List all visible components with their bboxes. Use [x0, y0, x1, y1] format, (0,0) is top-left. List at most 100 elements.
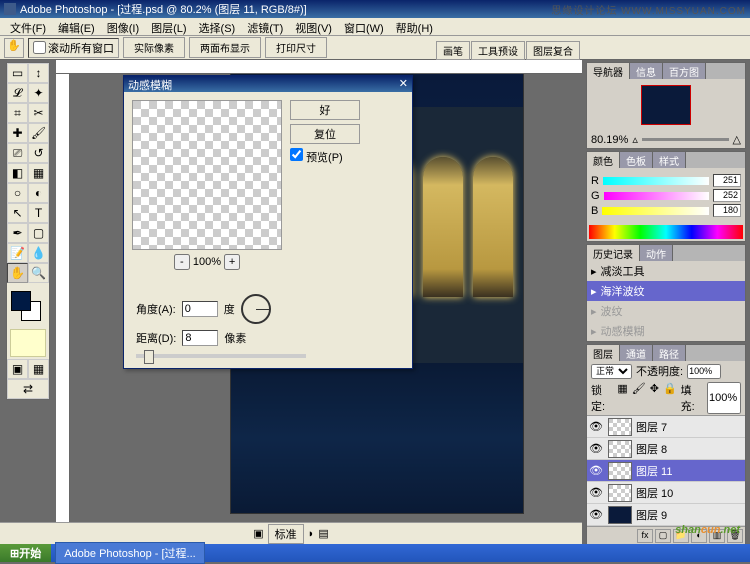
- dialog-preview[interactable]: [132, 100, 282, 250]
- menu-window[interactable]: 窗口(W): [338, 18, 390, 35]
- menu-edit[interactable]: 编辑(E): [52, 18, 101, 35]
- marquee-tool[interactable]: ▭: [7, 63, 28, 83]
- tab-paths[interactable]: 路径: [653, 345, 686, 361]
- tab-styles[interactable]: 样式: [653, 152, 686, 168]
- notes-tool[interactable]: 📝: [7, 243, 28, 263]
- nav-zoom-out-icon[interactable]: ▵: [632, 133, 638, 146]
- brush-tool[interactable]: 🖌: [28, 123, 49, 143]
- r-value[interactable]: 251: [713, 174, 741, 187]
- tab-info[interactable]: 信息: [630, 63, 663, 79]
- color-swatches[interactable]: [7, 287, 49, 327]
- taskbar-app[interactable]: Adobe Photoshop - [过程...: [55, 542, 204, 564]
- layer-thumb[interactable]: [608, 440, 632, 458]
- history-brush-tool[interactable]: ↺: [28, 143, 49, 163]
- hand-tool-icon[interactable]: ✋: [4, 38, 24, 58]
- g-value[interactable]: 252: [713, 189, 741, 202]
- tab-actions[interactable]: 动作: [640, 245, 673, 261]
- move-tool[interactable]: ↕: [28, 63, 49, 83]
- r-slider[interactable]: [603, 177, 709, 185]
- preview-checkbox[interactable]: 预览(P): [290, 148, 360, 165]
- jump-to-ir[interactable]: ⇄: [7, 379, 49, 399]
- lock-paint-icon[interactable]: 🖌: [632, 382, 646, 414]
- reset-button[interactable]: 复位: [290, 124, 360, 144]
- menu-file[interactable]: 文件(F): [4, 18, 52, 35]
- start-button[interactable]: ⊞ 开始: [0, 544, 51, 562]
- menu-help[interactable]: 帮助(H): [390, 18, 439, 35]
- pen-tool[interactable]: ✒: [7, 223, 28, 243]
- menu-layer[interactable]: 图层(L): [145, 18, 192, 35]
- path-tool[interactable]: ↖: [7, 203, 28, 223]
- close-icon[interactable]: ✕: [399, 77, 408, 91]
- angle-widget[interactable]: [241, 294, 271, 324]
- b-value[interactable]: 180: [713, 204, 741, 217]
- history-item[interactable]: ▸动感模糊: [587, 321, 745, 341]
- tab-swatches[interactable]: 色板: [620, 152, 653, 168]
- zoom-tool[interactable]: 🔍: [28, 263, 49, 283]
- eye-icon[interactable]: 👁: [588, 486, 604, 499]
- layer-thumb[interactable]: [608, 506, 632, 524]
- tab-history[interactable]: 历史记录: [587, 245, 640, 261]
- tab-color[interactable]: 颜色: [587, 152, 620, 168]
- tool-presets-tab[interactable]: 工具预设: [471, 41, 525, 60]
- zoom-in-button[interactable]: +: [224, 254, 240, 270]
- distance-slider[interactable]: [136, 354, 306, 358]
- status-moon-icon[interactable]: ◗: [308, 528, 315, 540]
- dodge-tool[interactable]: ◐: [28, 183, 49, 203]
- tab-navigator[interactable]: 导航器: [587, 63, 630, 79]
- layer-thumb[interactable]: [608, 484, 632, 502]
- b-slider[interactable]: [602, 207, 709, 215]
- distance-input[interactable]: [182, 330, 218, 346]
- g-slider[interactable]: [604, 192, 709, 200]
- layer-fx-icon[interactable]: fx: [637, 529, 653, 543]
- eye-icon[interactable]: 👁: [588, 508, 604, 521]
- layer-thumb[interactable]: [608, 462, 632, 480]
- tab-histogram[interactable]: 百方图: [663, 63, 706, 79]
- hand-tool[interactable]: ✋: [7, 263, 28, 283]
- menu-select[interactable]: 选择(S): [193, 18, 242, 35]
- wand-tool[interactable]: ✦: [28, 83, 49, 103]
- fit-screen-button[interactable]: 两面布显示: [189, 37, 261, 58]
- history-item[interactable]: ▸海洋波纹: [587, 281, 745, 301]
- nav-zoom-in-icon[interactable]: △: [733, 133, 741, 146]
- quickmask-icon[interactable]: [10, 329, 46, 357]
- eye-icon[interactable]: 👁: [588, 464, 604, 477]
- opacity-input[interactable]: [687, 364, 721, 379]
- zoom-out-button[interactable]: -: [174, 254, 190, 270]
- blend-mode-select[interactable]: 正常: [591, 364, 632, 379]
- scroll-all-checkbox[interactable]: 滚动所有窗口: [28, 38, 119, 58]
- menu-view[interactable]: 视图(V): [289, 18, 338, 35]
- print-size-button[interactable]: 打印尺寸: [265, 37, 327, 58]
- fg-color[interactable]: [11, 291, 31, 311]
- screenmode-2[interactable]: ▦: [28, 359, 49, 379]
- navigator-thumbnail[interactable]: [641, 85, 691, 125]
- lock-all-icon[interactable]: 🔒: [663, 382, 677, 414]
- brushes-tab[interactable]: 画笔: [436, 41, 470, 60]
- angle-input[interactable]: [182, 301, 218, 317]
- menu-filter[interactable]: 滤镜(T): [241, 18, 289, 35]
- lock-move-icon[interactable]: ✥: [650, 382, 659, 414]
- type-tool[interactable]: T: [28, 203, 49, 223]
- history-item[interactable]: ▸波纹: [587, 301, 745, 321]
- shape-tool[interactable]: ▢: [28, 223, 49, 243]
- layer-item[interactable]: 👁图层 7: [587, 416, 745, 438]
- tab-channels[interactable]: 通道: [620, 345, 653, 361]
- layer-mask-icon[interactable]: ▢: [655, 529, 671, 543]
- ok-button[interactable]: 好: [290, 100, 360, 120]
- layer-comps-tab[interactable]: 图层复合: [526, 41, 580, 60]
- menu-image[interactable]: 图像(I): [101, 18, 145, 35]
- layer-item[interactable]: 👁图层 11: [587, 460, 745, 482]
- gradient-tool[interactable]: ▦: [28, 163, 49, 183]
- status-flag-icon[interactable]: ▤: [318, 527, 328, 540]
- eraser-tool[interactable]: ◧: [7, 163, 28, 183]
- color-spectrum[interactable]: [589, 225, 743, 239]
- tab-layers[interactable]: 图层: [587, 345, 620, 361]
- lock-trans-icon[interactable]: ▦: [617, 382, 627, 414]
- status-icon[interactable]: ▣: [253, 527, 263, 540]
- blur-tool[interactable]: ○: [7, 183, 28, 203]
- heal-tool[interactable]: ✚: [7, 123, 28, 143]
- layer-item[interactable]: 👁图层 8: [587, 438, 745, 460]
- eye-icon[interactable]: 👁: [588, 420, 604, 433]
- actual-pixels-button[interactable]: 实际像素: [123, 37, 185, 58]
- crop-tool[interactable]: ⌗: [7, 103, 28, 123]
- eye-icon[interactable]: 👁: [588, 442, 604, 455]
